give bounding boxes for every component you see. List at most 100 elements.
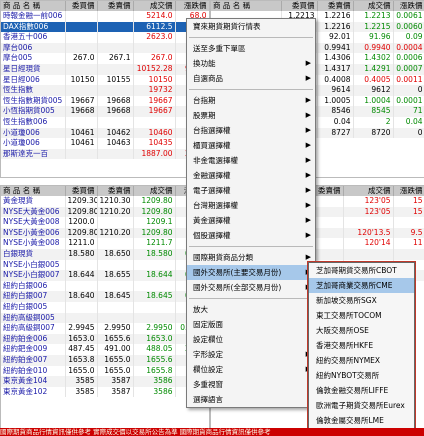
menu-item[interactable]: 換功能 ▶ bbox=[187, 56, 315, 71]
menu-item[interactable]: 送至多重下單區 bbox=[187, 41, 315, 56]
menu-item[interactable]: 國際期貨商品分類 ▶ bbox=[187, 250, 315, 265]
table-row[interactable]: 星日經現貨10152.2890.36 bbox=[1, 63, 209, 75]
cell-name: 香港五十006 bbox=[1, 32, 66, 43]
col-header-chg[interactable]: 漲跌價 bbox=[393, 186, 424, 196]
menu-item[interactable]: 歐洲電子期貨交易所Eurex bbox=[309, 398, 414, 413]
menu-item[interactable]: 台指期 ▶ bbox=[187, 93, 315, 108]
menu-item[interactable]: 國外交易所(主要交易月份)▶ bbox=[187, 265, 315, 280]
cell-sell: 491.00 bbox=[97, 344, 134, 355]
menu-item[interactable]: 放大 bbox=[187, 302, 315, 317]
menu-item[interactable]: 字形設定▶ bbox=[187, 347, 315, 362]
menu-item[interactable]: 芝加哥期貨交易所CBOT bbox=[309, 263, 414, 278]
table-row[interactable]: 時報金融一前006 5214.0 68.0 bbox=[1, 11, 209, 22]
table-row[interactable]: 恆生指數006 bbox=[1, 116, 209, 128]
menu-item[interactable]: 台指選擇權 ▶ bbox=[187, 123, 315, 138]
menu-item[interactable]: 芝加哥商業交易所CME bbox=[309, 278, 414, 293]
table-row[interactable]: 那斯達克一百1887.0020.04 bbox=[1, 148, 209, 160]
table-row[interactable]: 紐約高級銅005 bbox=[1, 312, 209, 324]
table-row[interactable]: 摩台005267.0267.1267.00.9 bbox=[1, 53, 209, 64]
menu-item[interactable]: 東工交易所TOCOM bbox=[309, 308, 414, 323]
menu-item[interactable]: 寶來期貨期貨行情表 bbox=[187, 19, 315, 34]
cell-last: 1655.6 bbox=[133, 354, 176, 366]
col-header-name[interactable]: 商 品 名 稱 bbox=[1, 1, 66, 11]
menu-item[interactable]: 倫敦金屬交易所LME bbox=[309, 413, 414, 428]
menu-item[interactable]: 設定欄位 bbox=[187, 332, 315, 347]
col-header-name[interactable]: 商 品 名 稱 bbox=[1, 186, 66, 196]
col-header-sell[interactable]: 委賣價 bbox=[317, 1, 354, 11]
menu-item[interactable]: 新加坡交易所SGX bbox=[309, 293, 414, 308]
cell-sell: 8546 bbox=[317, 106, 354, 117]
col-header-buy[interactable]: 委買價 bbox=[65, 186, 98, 196]
menu-item[interactable]: 黃金選擇權 ▶ bbox=[187, 213, 315, 228]
col-header-buy[interactable]: 委買價 bbox=[281, 1, 318, 11]
menu-item[interactable]: 選擇語言 bbox=[187, 392, 315, 407]
menu-item[interactable]: 國外交易所(全部交易月份)▶ bbox=[187, 280, 315, 295]
menu-item[interactable]: 紐約交易所NYMEX bbox=[309, 353, 414, 368]
table-row[interactable]: 紐約鉑金0071653.81655.01655.615 bbox=[1, 354, 209, 366]
col-header-last[interactable]: 成交價 bbox=[133, 1, 176, 11]
menu-item[interactable]: 金融選擇權 ▶ bbox=[187, 168, 315, 183]
table-row[interactable]: NYSE小白銀00718.64418.65518.6440.375 bbox=[1, 270, 209, 281]
menu-item-label: 大阪交易所OSE bbox=[316, 326, 369, 335]
col-header-buy[interactable]: 委買價 bbox=[65, 1, 98, 11]
cell-name: 東京黃金102 bbox=[1, 386, 66, 398]
table-row[interactable]: 小道瓊00610461104621046030 bbox=[1, 127, 209, 139]
table-row[interactable]: 紐約白銀00718.64018.64518.6450.374 bbox=[1, 291, 209, 302]
col-header-chg[interactable]: 漲跌價 bbox=[393, 1, 424, 11]
table-row[interactable]: 紐約鈀金009487.45491.00488.0520.55 bbox=[1, 344, 209, 355]
menu-item[interactable]: 自選商品 ▶ bbox=[187, 71, 315, 86]
menu-item[interactable]: 非金電選擇權 ▶ bbox=[187, 153, 315, 168]
col-header-last[interactable]: 成交價 bbox=[353, 1, 394, 11]
table-row[interactable]: 東京黃金10235853587358652 bbox=[1, 386, 209, 398]
table-row[interactable]: 紐約白銀006 bbox=[1, 280, 209, 292]
table-row[interactable]: 紐約鉑金0061653.01655.61653.08.4 bbox=[1, 333, 209, 345]
menu-item[interactable]: 香港交易所HKFE bbox=[309, 338, 414, 353]
table-row[interactable]: 香港五十0062623.035 bbox=[1, 32, 209, 43]
menu-item[interactable]: 大阪交易所OSE bbox=[309, 323, 414, 338]
cell-name: 紐約鈀金009 bbox=[1, 344, 66, 355]
table-header: 商 品 名 稱 委買價 委賣價 成交價 漲跌價 bbox=[211, 1, 424, 11]
cell-sell: 1.4317 bbox=[317, 63, 354, 75]
table-row[interactable]: 星日經00610150101551015010 bbox=[1, 74, 209, 86]
col-header-last[interactable]: 成交價 bbox=[343, 186, 394, 196]
menu-item[interactable]: 紐約NYBOT交易所 bbox=[309, 368, 414, 383]
table-row[interactable]: NYSE大黃金0061209.801210.201209.809.40 bbox=[1, 206, 209, 218]
table-row[interactable]: 東京黃金10435853587358652 bbox=[1, 376, 209, 387]
menu-item[interactable]: 電子選擇權 ▶ bbox=[187, 183, 315, 198]
menu-item[interactable]: 多重視窗 bbox=[187, 377, 315, 392]
cell-chg: 0 bbox=[393, 127, 424, 139]
table-row[interactable]: 摩台006 bbox=[1, 42, 209, 54]
col-header-sell[interactable]: 委賣價 bbox=[97, 1, 134, 11]
menu-item-label: 個股選擇權 bbox=[193, 231, 231, 240]
table-row[interactable]: 小恆指期貨005196681966819667212 bbox=[1, 106, 209, 117]
menu-item[interactable]: 股票期 ▶ bbox=[187, 108, 315, 123]
menu-item[interactable]: 倫敦金融交易所LIFFE bbox=[309, 383, 414, 398]
col-header-name[interactable]: 商 品 名 稱 bbox=[211, 1, 282, 11]
table-row[interactable]: NYSE小黃金0061209.801210.201209.809.40 bbox=[1, 227, 209, 239]
table-row[interactable]: 恆生指數19732212 bbox=[1, 85, 209, 96]
table-row[interactable]: 紐約高級銅0072.99452.99502.99500.0665 bbox=[1, 323, 209, 334]
menu-item[interactable]: 固定版面 bbox=[187, 317, 315, 332]
menu-item[interactable]: 台灣期選擇權 ▶ bbox=[187, 198, 315, 213]
submenu-arrow-icon: ▶ bbox=[305, 171, 311, 179]
cell-buy bbox=[65, 148, 98, 160]
menu-item[interactable]: 個股選擇權 ▶ bbox=[187, 228, 315, 243]
table-row[interactable]: NYSE小黃金0081211.01211.77.3 bbox=[1, 238, 209, 249]
table-row[interactable]: 白銀現貨18.58018.65018.5800.370 bbox=[1, 248, 209, 260]
table-row[interactable]: NYSE小白銀005 bbox=[1, 259, 209, 271]
cell-last: 120'14 bbox=[343, 238, 394, 249]
menu-item-label: 選擇語言 bbox=[193, 395, 223, 404]
table-row[interactable]: 紐約白銀005 bbox=[1, 301, 209, 313]
table-row[interactable]: 紐約鉑金0101655.01655.01655.86.4 bbox=[1, 365, 209, 377]
table-row[interactable]: 黃金現貨1209.301210.301209.809.40 bbox=[1, 196, 209, 207]
col-header-chg[interactable]: 漲跌價 bbox=[175, 1, 209, 11]
table-row[interactable]: 恆生指數期貨005196671966819667212 bbox=[1, 95, 209, 107]
menu-item[interactable]: 欄位設定▶ bbox=[187, 362, 315, 377]
table-row[interactable]: DAX指數0066112.545.5 bbox=[1, 21, 209, 33]
col-header-last[interactable]: 成交價 bbox=[133, 186, 176, 196]
menu-item[interactable]: 櫃買選擇權 ▶ bbox=[187, 138, 315, 153]
col-header-sell[interactable]: 委賣價 bbox=[97, 186, 134, 196]
table-row[interactable]: NYSE大黃金0081200.01209.17.1 bbox=[1, 217, 209, 228]
table-row[interactable]: 小道瓊00610461104631043555 bbox=[1, 138, 209, 149]
cell-chg: 0.0060 bbox=[393, 21, 424, 33]
